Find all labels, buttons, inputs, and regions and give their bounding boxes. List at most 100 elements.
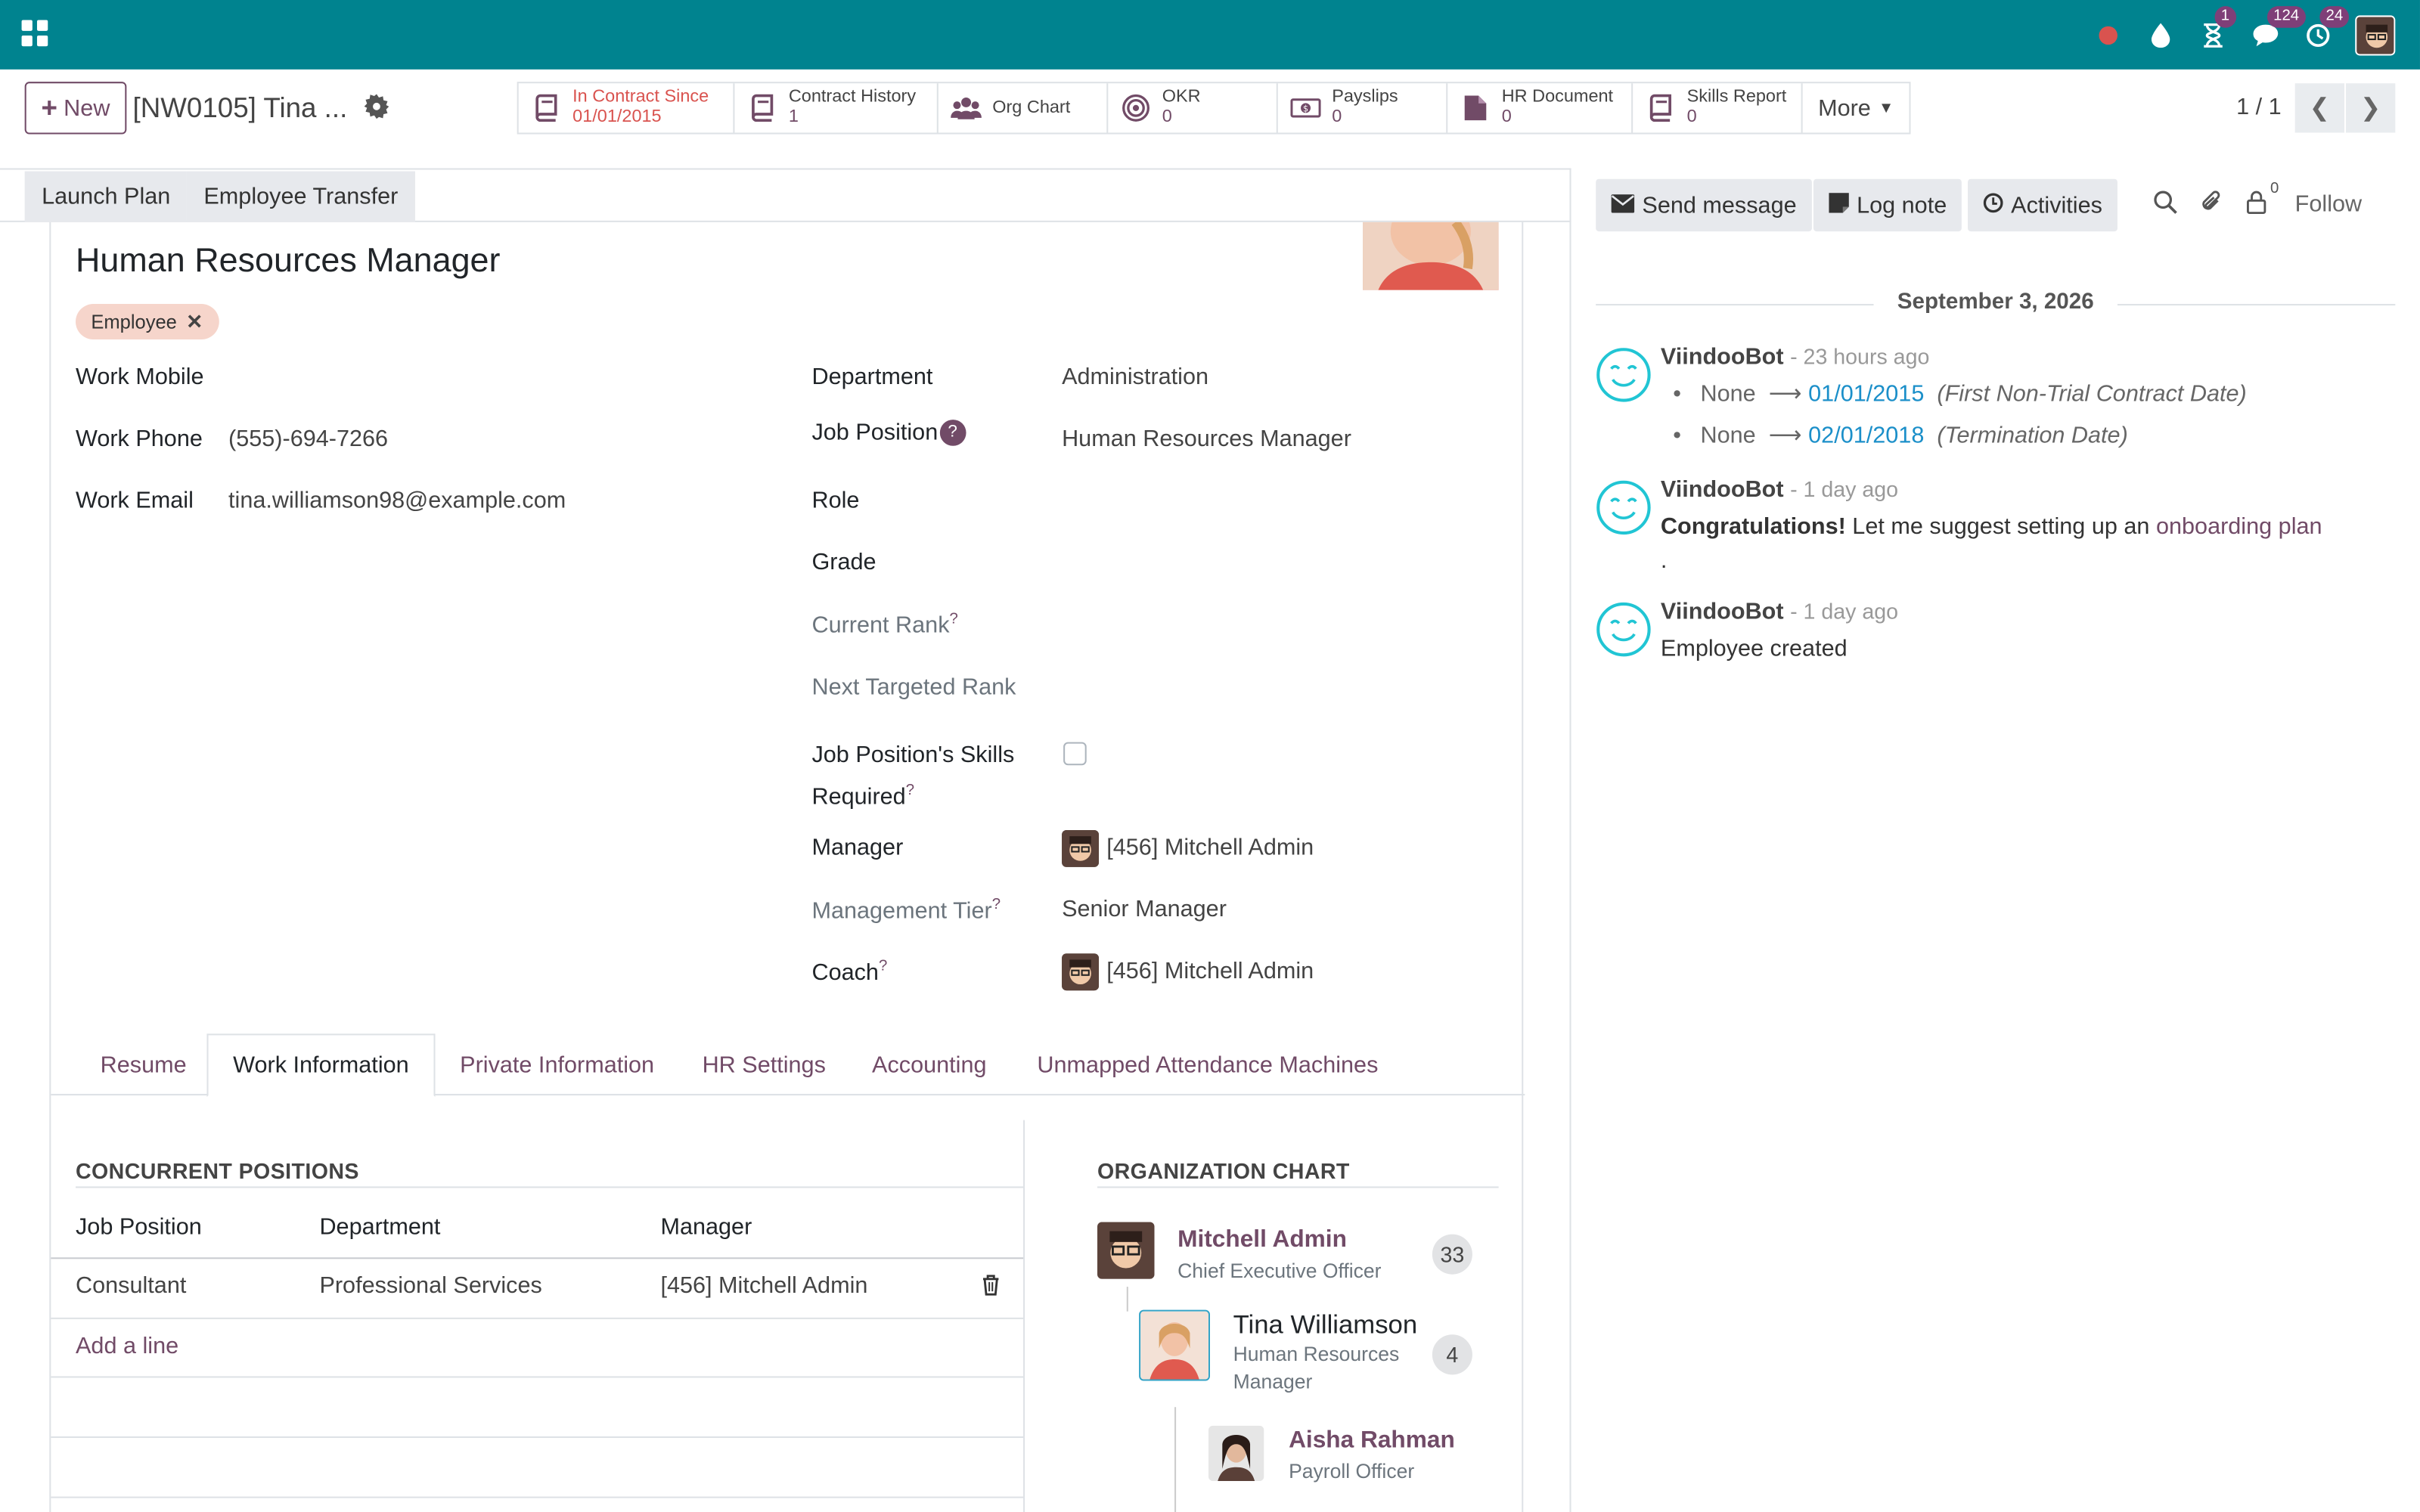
org-manager-count-badge[interactable]: 33	[1432, 1234, 1472, 1275]
skills-required-checkbox[interactable]	[1063, 742, 1087, 766]
cell-manager[interactable]: [456] Mitchell Admin	[660, 1273, 867, 1300]
drop-icon[interactable]	[2145, 20, 2176, 51]
more-dropdown[interactable]: More ▼	[1803, 83, 1910, 132]
messages-icon[interactable]: 124	[2250, 5, 2306, 51]
org-subordinate-name[interactable]: Aisha Rahman	[1289, 1427, 1455, 1455]
followers-lock-icon[interactable]: 0	[2245, 181, 2279, 222]
gear-icon[interactable]	[364, 94, 389, 126]
follow-button[interactable]: Follow	[2295, 191, 2362, 218]
launch-plan-button[interactable]: Launch Plan	[24, 171, 188, 222]
smart-button-payslips[interactable]: $ Payslips 0	[1278, 83, 1448, 133]
manager-field[interactable]: [456] Mitchell Admin	[1062, 829, 1314, 867]
more-label: More	[1818, 94, 1871, 122]
work-email-label: Work Email	[75, 487, 194, 514]
org-connector	[1126, 1287, 1128, 1312]
form-view: Launch Plan Employee Transfer Human Reso…	[0, 168, 1571, 1512]
help-icon[interactable]: ?	[992, 897, 1001, 913]
author-name: ViindooBot	[1660, 344, 1784, 370]
send-message-button[interactable]: Send message	[1596, 178, 1813, 232]
org-subordinate-avatar[interactable]	[1208, 1425, 1264, 1482]
department-field[interactable]: Administration	[1062, 364, 1208, 391]
log-note-button[interactable]: Log note	[1813, 178, 1962, 232]
caret-down-icon: ▼	[1879, 99, 1894, 117]
job-title[interactable]: Human Resources Manager	[76, 240, 501, 280]
help-icon[interactable]: ?	[939, 420, 966, 446]
bullet: •	[1673, 381, 1681, 407]
message-author: ViindooBot - 1 day ago	[1661, 599, 1898, 625]
current-rank-label-text: Current Rank	[811, 612, 950, 639]
paperclip-icon[interactable]	[2199, 190, 2224, 222]
smart-label: In Contract Since	[572, 88, 709, 107]
smart-button-skills-report[interactable]: Skills Report 0	[1633, 83, 1803, 133]
new-button-label: New	[64, 94, 110, 122]
employee-photo[interactable]	[1363, 222, 1499, 290]
management-tier-field[interactable]: Senior Manager	[1062, 897, 1227, 923]
org-self-count-badge[interactable]: 4	[1432, 1334, 1472, 1375]
column-header-department[interactable]: Department	[319, 1214, 440, 1241]
work-email-field[interactable]: tina.williamson98@example.com	[228, 488, 566, 514]
clock-icon	[1983, 192, 2003, 218]
updates-badge: 24	[2319, 5, 2350, 27]
user-avatar[interactable]	[2355, 14, 2396, 55]
org-manager-name[interactable]: Mitchell Admin	[1177, 1226, 1347, 1254]
tracking-line: • None ⟶ 02/01/2018 (Termination Date)	[1673, 421, 2128, 449]
help-icon[interactable]: ?	[906, 782, 914, 799]
apps-menu-icon[interactable]	[21, 20, 48, 47]
help-icon[interactable]: ?	[950, 611, 958, 627]
tab-hr-settings[interactable]: HR Settings	[678, 1033, 851, 1095]
tab-private-information[interactable]: Private Information	[436, 1033, 679, 1095]
employee-transfer-button[interactable]: Employee Transfer	[186, 171, 415, 222]
cell-department[interactable]: Professional Services	[319, 1273, 541, 1300]
pager-value[interactable]: 1 / 1	[2236, 94, 2282, 120]
trash-icon[interactable]	[982, 1275, 1000, 1301]
work-phone-field[interactable]: (555)-694-7266	[228, 426, 388, 452]
tracking-old-value: None	[1700, 381, 1756, 407]
smart-button-contract[interactable]: In Contract Since 01/01/2015	[519, 83, 735, 133]
divider	[51, 1496, 1024, 1498]
tab-work-information[interactable]: Work Information	[206, 1033, 436, 1098]
activity-badge: 1	[2214, 5, 2236, 27]
tab-unmapped-attendance-machines[interactable]: Unmapped Attendance Machines	[1013, 1033, 1403, 1095]
file-icon	[1460, 92, 1491, 123]
pager-next-button[interactable]: ❯	[2346, 83, 2396, 133]
book-icon	[531, 92, 562, 123]
search-icon[interactable]	[2153, 190, 2178, 222]
add-line-link[interactable]: Add a line	[76, 1333, 178, 1359]
smart-value: 0	[1332, 107, 1342, 127]
new-button[interactable]: + New	[24, 82, 127, 135]
remove-tag-icon[interactable]: ✕	[186, 309, 203, 334]
activities-button[interactable]: Activities	[1968, 178, 2118, 232]
manager-name: [456] Mitchell Admin	[1106, 835, 1314, 861]
help-icon[interactable]: ?	[879, 958, 887, 974]
org-self-avatar[interactable]	[1139, 1309, 1210, 1381]
updates-icon[interactable]: 24	[2303, 5, 2350, 51]
divider	[51, 1376, 1024, 1378]
org-manager-avatar[interactable]	[1097, 1222, 1155, 1279]
smart-label: Payslips	[1332, 88, 1398, 107]
smart-button-okr[interactable]: OKR 0	[1108, 83, 1278, 133]
smart-button-hr-document[interactable]: HR Document 0	[1447, 83, 1634, 133]
bot-avatar-icon	[1596, 602, 1651, 657]
column-header-job-position[interactable]: Job Position	[76, 1214, 202, 1241]
smart-button-org-chart[interactable]: Org Chart	[939, 83, 1109, 133]
pager-previous-button[interactable]: ❮	[2294, 83, 2344, 133]
divider	[51, 1436, 1024, 1439]
avatar	[1062, 829, 1100, 867]
onboarding-plan-link[interactable]: onboarding plan	[2156, 514, 2322, 541]
target-icon	[1121, 92, 1152, 123]
smart-button-contract-history[interactable]: Contract History 1	[734, 83, 939, 133]
org-subordinate-title: Payroll Officer	[1289, 1459, 1415, 1483]
log-note-label: Log note	[1857, 192, 1947, 218]
job-position-field[interactable]: Human Resources Manager	[1062, 426, 1351, 452]
cell-job-position[interactable]: Consultant	[76, 1273, 186, 1300]
column-header-manager[interactable]: Manager	[660, 1214, 752, 1241]
avatar	[1062, 953, 1100, 991]
activity-hourglass-icon[interactable]: 1	[2198, 5, 2236, 51]
recording-icon[interactable]	[2093, 20, 2124, 51]
svg-text:$: $	[1303, 104, 1308, 113]
tab-accounting[interactable]: Accounting	[847, 1033, 1011, 1095]
note-icon	[1829, 192, 1849, 218]
coach-field[interactable]: [456] Mitchell Admin	[1062, 953, 1314, 991]
skills-required-label-line2: Required	[811, 783, 906, 810]
tab-resume[interactable]: Resume	[76, 1033, 211, 1095]
